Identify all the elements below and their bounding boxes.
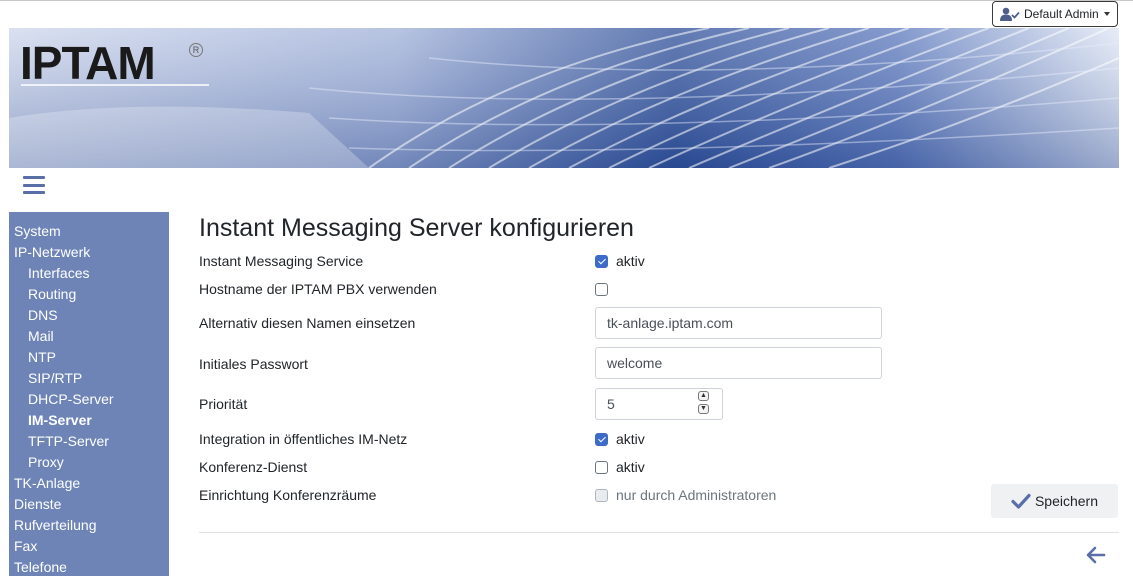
sidebar-item-system[interactable]: System <box>14 222 61 240</box>
sidebar-item-dhcp-server[interactable]: DHCP-Server <box>28 390 114 408</box>
sidebar-nav: System IP-Netzwerk Interfaces Routing DN… <box>9 212 169 576</box>
sidebar-item-routing[interactable]: Routing <box>28 285 76 303</box>
conference-label: Konferenz-Dienst <box>199 459 308 475</box>
sidebar-item-dns[interactable]: DNS <box>28 306 58 324</box>
chevron-down-icon[interactable]: ▼ <box>698 404 709 414</box>
conference-option-label: aktiv <box>616 459 645 475</box>
page-title: Instant Messaging Server konfigurieren <box>199 214 634 242</box>
initial-password-input[interactable]: welcome <box>595 347 882 379</box>
initial-password-label: Initiales Passwort <box>199 356 308 372</box>
sidebar-item-tftp-server[interactable]: TFTP-Server <box>28 432 109 450</box>
chevron-down-icon <box>1103 12 1110 16</box>
conference-rooms-label: Einrichtung Konferenzräume <box>199 487 377 503</box>
im-service-label: Instant Messaging Service <box>199 253 364 269</box>
sidebar-item-telefone[interactable]: Telefone <box>14 558 67 576</box>
user-icon <box>1000 7 1020 21</box>
iptam-logo: IPTAM <box>20 37 156 89</box>
sidebar-item-sip-rtp[interactable]: SIP/RTP <box>28 369 82 387</box>
priority-label: Priorität <box>199 396 248 412</box>
arrow-left-icon[interactable] <box>1086 546 1106 564</box>
user-menu-button[interactable]: Default Admin <box>992 1 1118 27</box>
sidebar-item-tk-anlage[interactable]: TK-Anlage <box>14 474 80 492</box>
conference-rooms-option-label: nur durch Administratoren <box>616 487 777 503</box>
public-im-checkbox[interactable] <box>595 433 608 446</box>
sidebar-item-rufverteilung[interactable]: Rufverteilung <box>14 516 97 534</box>
chevron-up-icon[interactable]: ▲ <box>698 391 709 401</box>
sidebar-item-interfaces[interactable]: Interfaces <box>28 264 89 282</box>
public-im-label: Integration in öffentliches IM-Netz <box>199 431 408 447</box>
save-button[interactable]: Speichern <box>991 484 1118 518</box>
sidebar-item-im-server[interactable]: IM-Server <box>28 411 92 429</box>
sidebar-item-ip-netzwerk[interactable]: IP-Netzwerk <box>14 243 90 261</box>
im-service-checkbox[interactable] <box>595 255 608 268</box>
alt-name-label: Alternativ diesen Namen einsetzen <box>199 315 416 331</box>
conference-rooms-checkbox <box>595 489 608 502</box>
save-button-label: Speichern <box>1034 493 1099 509</box>
user-name: Default Admin <box>1024 7 1099 21</box>
sidebar-item-dienste[interactable]: Dienste <box>14 495 61 513</box>
check-icon <box>1011 493 1031 509</box>
menu-icon[interactable] <box>23 176 45 194</box>
conference-checkbox[interactable] <box>595 461 608 474</box>
header-banner: IPTAM R <box>9 28 1119 168</box>
registered-mark: R <box>189 43 203 57</box>
divider <box>199 532 1119 533</box>
im-service-option-label: aktiv <box>616 253 645 269</box>
alt-name-input[interactable]: tk-anlage.iptam.com <box>595 307 882 339</box>
use-hostname-checkbox[interactable] <box>595 283 608 296</box>
sidebar-item-mail[interactable]: Mail <box>28 327 54 345</box>
top-border <box>0 0 1133 1</box>
sidebar-item-proxy[interactable]: Proxy <box>28 453 64 471</box>
use-hostname-label: Hostname der IPTAM PBX verwenden <box>199 281 437 297</box>
sidebar-item-ntp[interactable]: NTP <box>28 348 56 366</box>
public-im-option-label: aktiv <box>616 431 645 447</box>
sidebar-item-fax[interactable]: Fax <box>14 537 37 555</box>
